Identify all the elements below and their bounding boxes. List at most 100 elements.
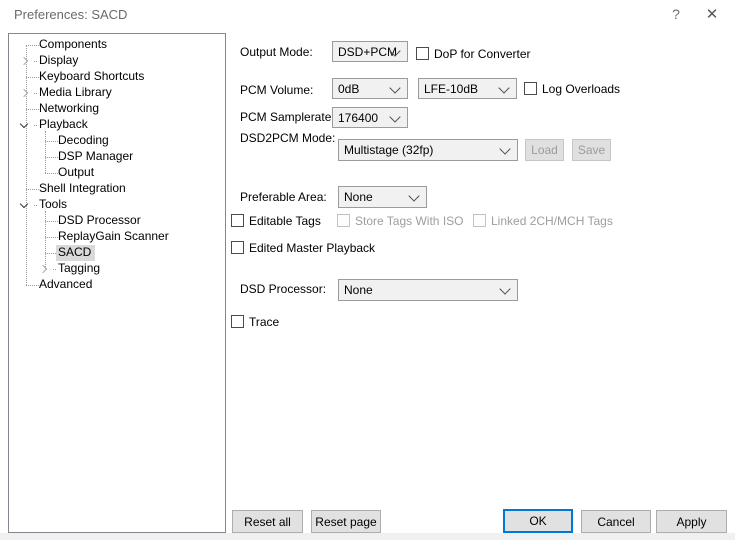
reset-all-label: Reset all <box>244 514 291 529</box>
store-tags-with-iso-checkbox[interactable]: Store Tags With ISO <box>337 213 464 228</box>
chevron-down-icon <box>498 81 510 94</box>
close-button[interactable]: ✕ <box>699 2 725 26</box>
tree-item-label: Advanced <box>39 277 93 291</box>
tree-item-label: Tools <box>39 197 68 211</box>
apply-label: Apply <box>676 514 707 529</box>
chevron-down-icon <box>408 190 420 202</box>
tree-item-label: Keyboard Shortcuts <box>39 69 145 83</box>
save-button[interactable]: Save <box>572 139 611 161</box>
chevron-down-icon <box>389 110 401 123</box>
edited-master-playback-label: Edited Master Playback <box>249 240 376 255</box>
output-mode-dropdown[interactable]: DSD+PCM <box>332 41 408 62</box>
checkbox-box <box>524 82 537 95</box>
tree-item-dsd-processor[interactable]: DSD Processor <box>9 213 225 229</box>
checkbox-box <box>416 47 429 60</box>
pcm-samplerate-label: PCM Samplerate: <box>240 110 335 124</box>
tree-item-label: ReplayGain Scanner <box>58 229 169 243</box>
tree-item-label: Networking <box>39 101 100 115</box>
cancel-label: Cancel <box>597 514 635 529</box>
preferences-dialog: Preferences: SACD ? ✕ Components Display K… <box>0 0 735 540</box>
chevron-collapsed-icon[interactable] <box>19 56 29 66</box>
dsd2pcm-mode-label: DSD2PCM Mode: <box>240 131 336 145</box>
tree-item-label: Decoding <box>58 133 109 147</box>
tree-item-decoding[interactable]: Decoding <box>9 133 225 149</box>
preferable-area-value: None <box>344 190 373 204</box>
tree-item-sacd[interactable]: SACD <box>9 245 225 261</box>
tree-item-components[interactable]: Components <box>9 37 225 53</box>
checkbox-box <box>337 214 350 227</box>
tree-item-tagging[interactable]: Tagging <box>9 261 225 277</box>
chevron-collapsed-icon[interactable] <box>19 88 29 98</box>
chevron-down-icon <box>499 143 511 155</box>
tree-item-keyboard-shortcuts[interactable]: Keyboard Shortcuts <box>9 69 225 85</box>
cancel-button[interactable]: Cancel <box>581 510 651 533</box>
output-mode-label: Output Mode: <box>240 45 313 59</box>
tree-item-tools[interactable]: Tools <box>9 197 225 213</box>
tree-item-playback[interactable]: Playback <box>9 117 225 133</box>
reset-all-button[interactable]: Reset all <box>232 510 303 533</box>
chevron-expanded-icon[interactable] <box>19 119 29 129</box>
log-overloads-checkbox[interactable]: Log Overloads <box>524 81 620 96</box>
pcm-samplerate-value: 176400 <box>338 110 379 125</box>
log-overloads-label: Log Overloads <box>542 81 621 96</box>
pcm-volume-dropdown[interactable]: 0dB <box>332 78 408 99</box>
edited-master-playback-checkbox[interactable]: Edited Master Playback <box>231 240 375 255</box>
linked-tags-label: Linked 2CH/MCH Tags <box>491 213 613 228</box>
help-button[interactable]: ? <box>663 2 689 26</box>
pcm-volume-label: PCM Volume: <box>240 83 314 97</box>
checkbox-box <box>231 241 244 254</box>
tree-item-label: Display <box>39 53 79 67</box>
dop-for-converter-checkbox[interactable]: DoP for Converter <box>416 46 531 61</box>
ok-button[interactable]: OK <box>503 509 573 533</box>
ok-label: OK <box>529 514 547 528</box>
checkbox-box <box>473 214 486 227</box>
tree-item-networking[interactable]: Networking <box>9 101 225 117</box>
close-icon: ✕ <box>705 6 719 23</box>
store-tags-with-iso-label: Store Tags With ISO <box>355 213 464 228</box>
checkbox-box <box>231 315 244 328</box>
tree-item-media-library[interactable]: Media Library <box>9 85 225 101</box>
chevron-down-icon <box>499 283 511 295</box>
dsd2pcm-mode-value: Multistage (32fp) <box>344 143 434 157</box>
chevron-collapsed-icon[interactable] <box>38 264 48 274</box>
lfe-volume-dropdown[interactable]: LFE-10dB <box>418 78 517 99</box>
preferences-tree: Components Display Keyboard Shortcuts Media… <box>8 33 226 533</box>
pcm-volume-value: 0dB <box>338 81 360 96</box>
preferable-area-dropdown[interactable]: None <box>338 186 427 208</box>
tree-item-advanced[interactable]: Advanced <box>9 277 225 293</box>
editable-tags-label: Editable Tags <box>249 213 321 228</box>
tree-item-dsp-manager[interactable]: DSP Manager <box>9 149 225 165</box>
reset-page-button[interactable]: Reset page <box>311 510 381 533</box>
chevron-down-icon <box>389 81 401 94</box>
dsd-processor-label: DSD Processor: <box>240 282 327 296</box>
tree-item-label: DSP Manager <box>58 149 134 163</box>
tree-item-label: DSD Processor <box>58 213 141 227</box>
page-title: Preferences: SACD <box>14 7 128 22</box>
tree-item-display[interactable]: Display <box>9 53 225 69</box>
dsd2pcm-mode-dropdown[interactable]: Multistage (32fp) <box>338 139 518 161</box>
tree-item-shell-integration[interactable]: Shell Integration <box>9 181 225 197</box>
tree-item-label: Playback <box>39 117 88 131</box>
tree-item-label: Components <box>39 37 108 51</box>
linked-tags-checkbox[interactable]: Linked 2CH/MCH Tags <box>473 213 613 228</box>
save-button-label: Save <box>577 143 606 157</box>
reset-page-label: Reset page <box>315 514 377 529</box>
output-mode-value: DSD+PCM <box>338 44 398 59</box>
lfe-volume-value: LFE-10dB <box>424 81 479 96</box>
pcm-samplerate-dropdown[interactable]: 176400 <box>332 107 408 128</box>
load-button[interactable]: Load <box>525 139 564 161</box>
load-button-label: Load <box>531 143 558 157</box>
tree-item-output[interactable]: Output <box>9 165 225 181</box>
apply-button[interactable]: Apply <box>656 510 727 533</box>
tree-item-replaygain-scanner[interactable]: ReplayGain Scanner <box>9 229 225 245</box>
window-bottom-edge <box>0 533 735 540</box>
chevron-expanded-icon[interactable] <box>19 199 29 209</box>
trace-label: Trace <box>249 314 280 329</box>
help-icon: ? <box>672 6 680 22</box>
trace-checkbox[interactable]: Trace <box>231 314 279 329</box>
checkbox-box <box>231 214 244 227</box>
tree-item-label: Shell Integration <box>39 181 126 195</box>
editable-tags-checkbox[interactable]: Editable Tags <box>231 213 321 228</box>
dsd-processor-dropdown[interactable]: None <box>338 279 518 301</box>
tree-item-label: SACD <box>56 245 96 261</box>
